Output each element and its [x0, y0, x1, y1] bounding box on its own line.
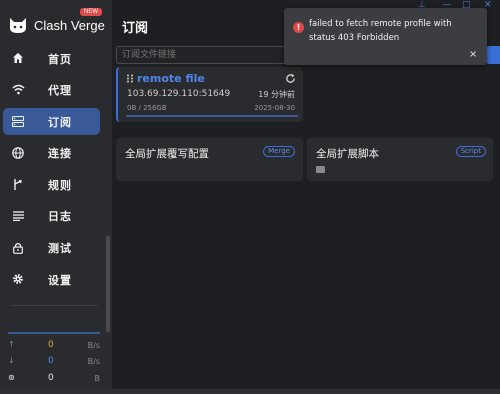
refresh-icon[interactable]: [285, 73, 296, 84]
app-logo: Clash Verge NEW: [8, 8, 105, 36]
merge-title: 全局扩展覆写配置: [125, 148, 209, 160]
script-tag: Script: [455, 146, 486, 157]
globe-icon: [11, 146, 25, 160]
sidebar-item-label: 日志: [48, 210, 72, 224]
sidebar-accent-line: [8, 332, 100, 334]
sidebar-item-test[interactable]: 测试: [3, 235, 100, 262]
sidebar-item-label: 规则: [48, 178, 72, 192]
upload-unit: B/s: [87, 341, 100, 350]
sidebar-item-label: 代理: [48, 84, 72, 98]
script-card[interactable]: 全局扩展脚本 Script: [307, 138, 493, 181]
subscription-url-input[interactable]: [116, 46, 302, 64]
sidebar-item-logs[interactable]: 日志: [3, 203, 100, 230]
sidebar-item-settings[interactable]: 设置: [3, 266, 100, 293]
error-icon: !: [293, 22, 304, 33]
usage-progress-bar: [126, 115, 298, 117]
sidebar-divider: [10, 305, 98, 306]
sidebar-item-home[interactable]: 首页: [3, 45, 100, 72]
sidebar-item-rules[interactable]: 规则: [3, 171, 100, 198]
lock-icon: [11, 241, 25, 255]
toast-message: failed to fetch remote profile with stat…: [309, 19, 452, 43]
sidebar: Clash Verge NEW 首页 代理 订阅 连接 规则 日志 测试 设置 …: [0, 0, 112, 394]
upload-traffic: ↑ 0 B/s: [8, 340, 100, 352]
memory-usage: ⊛ 0 B: [8, 373, 100, 385]
sidebar-item-profiles[interactable]: 订阅: [3, 108, 100, 136]
arrow-up-icon: ↑: [8, 340, 15, 349]
sidebar-item-label: 测试: [48, 242, 72, 256]
sidebar-item-label: 设置: [48, 273, 72, 287]
new-badge: NEW: [80, 8, 102, 16]
profile-name: remote file: [137, 72, 205, 85]
memory-unit: B: [94, 374, 101, 383]
home-icon: [11, 51, 25, 65]
cat-logo-icon: [10, 18, 26, 33]
storage-icon: [11, 114, 25, 128]
sidebar-item-label: 订阅: [48, 115, 72, 129]
memory-value: 0: [48, 373, 54, 383]
file-icon[interactable]: [316, 166, 325, 173]
download-value: 0: [48, 356, 54, 366]
sidebar-nav: 首页 代理 订阅 连接 规则 日志 测试 设置: [3, 45, 100, 298]
list-icon: [11, 209, 25, 223]
memory-icon: ⊛: [8, 373, 15, 382]
page-title: 订阅: [122, 21, 149, 36]
profile-usage: 0B / 256GB: [127, 104, 167, 112]
error-toast: ! failed to fetch remote profile with st…: [284, 8, 487, 65]
sidebar-item-proxy[interactable]: 代理: [3, 77, 100, 104]
merge-card[interactable]: 全局扩展覆写配置 Merge: [116, 138, 303, 181]
download-traffic: ↓ 0 B/s: [8, 356, 100, 368]
sidebar-item-label: 连接: [48, 147, 72, 161]
drag-handle-icon[interactable]: [126, 74, 134, 83]
bottom-border: [0, 389, 500, 394]
import-button[interactable]: [486, 46, 500, 64]
fork-icon: [11, 177, 25, 191]
toast-close-button[interactable]: ×: [469, 49, 477, 60]
script-title: 全局扩展脚本: [316, 148, 379, 160]
download-unit: B/s: [87, 357, 100, 366]
merge-tag: Merge: [263, 146, 295, 157]
profile-updated-time: 19 分钟前: [258, 90, 295, 99]
app-name: Clash Verge: [34, 17, 105, 33]
upload-value: 0: [48, 340, 54, 350]
profile-expire-date: 2025-08-30: [254, 104, 295, 112]
arrow-down-icon: ↓: [8, 356, 15, 365]
wifi-icon: [11, 83, 25, 97]
profile-card[interactable]: remote file 103.69.129.110:51649 19 分钟前 …: [116, 67, 303, 122]
gear-icon: [11, 272, 25, 286]
sidebar-scrollbar[interactable]: [106, 236, 110, 332]
sidebar-item-connections[interactable]: 连接: [3, 140, 100, 167]
sidebar-item-label: 首页: [48, 52, 72, 66]
profile-host: 103.69.129.110:51649: [127, 89, 231, 99]
